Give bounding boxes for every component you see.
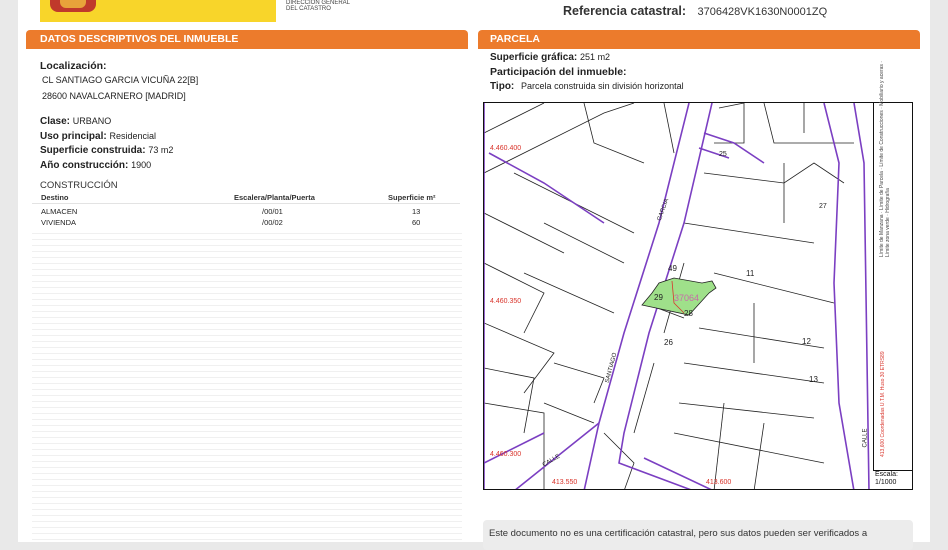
coord-label: 4.460.350 — [490, 298, 522, 305]
tipo-value: Parcela construida sin división horizont… — [521, 81, 684, 91]
cell-escalera: /00/01 — [262, 207, 283, 216]
anio-label: Año construcción: — [40, 160, 129, 171]
col-destino: Destino — [41, 193, 69, 202]
superficie-label: Superficie construida: — [40, 145, 146, 156]
projection-note: 413,600 Coordenadas U.T.M. Huso 30 ETRS8… — [880, 351, 886, 457]
superficie-grafica-label: Superficie gráfica: — [490, 52, 578, 63]
cell-escalera: /00/02 — [262, 218, 283, 227]
section-header-parcela: PARCELA — [478, 30, 920, 48]
cell-superficie: 60 — [412, 218, 421, 227]
parcel-number: 25 — [719, 151, 727, 158]
coord-label: 4.460.300 — [490, 451, 522, 458]
parcel-number: 26 — [664, 338, 673, 347]
parcel-number: 28 — [684, 309, 693, 318]
coord-label: 413.550 — [552, 479, 578, 486]
cell-destino: VIVIENDA — [41, 218, 77, 227]
uso-row: Uso principal: Residencial — [40, 131, 156, 142]
uso-label: Uso principal: — [40, 131, 107, 142]
col-superficie: Superficie m² — [388, 193, 436, 202]
superficie-grafica-row: Superficie gráfica: 251 m2 — [490, 52, 610, 63]
participacion-label: Participación del inmueble: — [490, 66, 627, 78]
scale-value: 1/1000 — [875, 479, 897, 486]
superficie-row: Superficie construida: 73 m2 — [40, 145, 173, 156]
col-escalera: Escalera/Planta/Puerta — [234, 193, 315, 202]
section-underline — [26, 47, 468, 49]
localizacion-label: Localización: — [40, 60, 107, 72]
clase-row: Clase: URBANO — [40, 116, 111, 127]
crown-icon — [60, 0, 86, 8]
address-line-1: CL SANTIAGO GARCIA VICUÑA 22[B] — [42, 75, 199, 85]
parcel-number: 27 — [819, 203, 827, 210]
section-header-property-data: DATOS DESCRIPTIVOS DEL INMUEBLE — [26, 30, 468, 48]
anio-value: 1900 — [131, 160, 152, 170]
street-label: CALLE — [862, 428, 869, 448]
verification-notice: Este documento no es una certificación c… — [483, 520, 913, 550]
superficie-value: 73 m2 — [148, 145, 174, 155]
anio-row: Año construcción: 1900 — [40, 160, 151, 171]
clase-value: URBANO — [72, 116, 112, 126]
ref-value: 3706428VK1630N0001ZQ — [697, 6, 828, 18]
scale-label: Escala: — [875, 471, 898, 478]
legend-items: Límite de Manzana · Límite de Parcela · … — [879, 61, 891, 257]
map-legend: Límite de Manzana · Límite de Parcela · … — [873, 61, 914, 470]
legend-item: Mobiliario y aceras — [879, 64, 885, 106]
map-scale: Escala: 1/1000 — [873, 470, 913, 490]
cadastral-reference: Referencia catastral: 3706428VK1630N0001… — [563, 4, 827, 18]
coord-label: 413.600 — [706, 479, 732, 486]
parcel-number: 12 — [802, 337, 811, 346]
cell-destino: ALMACEN — [41, 207, 78, 216]
construction-table: Destino Escalera/Planta/Puerta Superfici… — [32, 193, 460, 229]
address-line-2: 28600 NAVALCARNERO [MADRID] — [42, 91, 186, 101]
government-crest-logo — [40, 0, 276, 22]
section-underline — [478, 47, 920, 49]
uso-value: Residencial — [109, 131, 156, 141]
table-row: ALMACEN /00/01 13 — [32, 207, 460, 218]
empty-table-rows — [32, 228, 462, 542]
construccion-title: CONSTRUCCIÓN — [40, 180, 118, 191]
agency-line-2: DEL CATASTRO — [286, 6, 331, 12]
legend-item: Límite zona verde — [885, 217, 891, 257]
tipo-row: Tipo: Parcela construida sin división ho… — [490, 81, 684, 92]
parcel-number: 11 — [746, 269, 755, 278]
clase-label: Clase: — [40, 116, 71, 127]
ref-label: Referencia catastral: — [563, 4, 686, 18]
superficie-grafica-value: 251 m2 — [580, 52, 611, 62]
parcel-number: 49 — [668, 264, 677, 273]
table-header-row: Destino Escalera/Planta/Puerta Superfici… — [32, 193, 460, 204]
cell-superficie: 13 — [412, 207, 421, 216]
tipo-label: Tipo: — [490, 81, 515, 92]
coord-label: 4.460.400 — [490, 145, 522, 152]
legend-item: Hidrografía — [885, 188, 891, 213]
parcel-number: 29 — [654, 293, 663, 302]
parcel-id: 37064 — [674, 293, 700, 303]
legend-item: Límite de Construcciones — [879, 110, 885, 167]
parcel-number: 13 — [809, 375, 818, 384]
cadastral-map[interactable]: 4.460.400 4.460.350 4.460.300 413.550 41… — [483, 102, 913, 490]
agency-name: DIRECCIÓN GENERAL DEL CATASTRO — [286, 0, 406, 12]
